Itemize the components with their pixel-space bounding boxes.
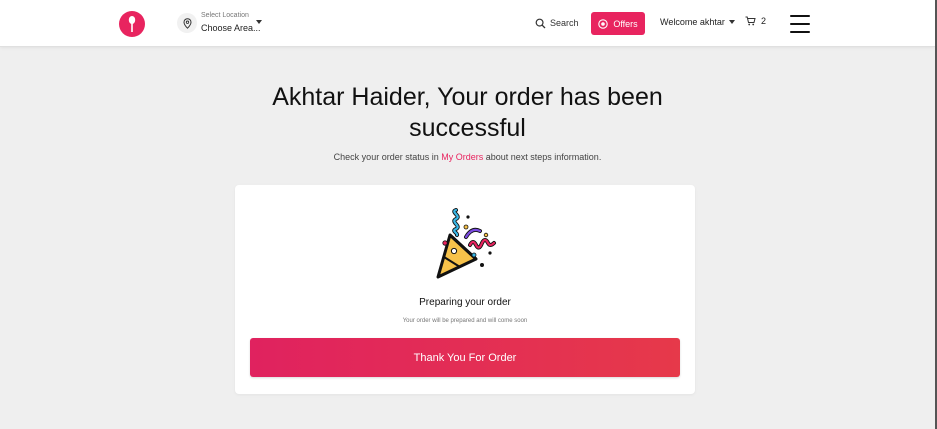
thank-you-button[interactable]: Thank You For Order — [250, 338, 680, 377]
offers-button[interactable]: Offers — [591, 12, 645, 35]
location-pin-icon[interactable] — [177, 13, 197, 33]
subtitle-prefix: Check your order status in — [333, 152, 442, 162]
search-button[interactable]: Search — [535, 16, 579, 30]
order-success-card: Preparing your order Your order will be … — [235, 185, 695, 394]
order-status-note: Check your order status in My Orders abo… — [0, 152, 935, 162]
search-label: Search — [550, 18, 579, 28]
brand-logo[interactable] — [119, 11, 145, 37]
chevron-down-icon — [728, 20, 735, 24]
cart-icon — [745, 16, 756, 26]
preparing-heading: Preparing your order — [419, 297, 511, 308]
cart-count: 2 — [761, 16, 767, 26]
subtitle-suffix: about next steps information. — [483, 152, 602, 162]
preparing-subtext: Your order will be prepared and will com… — [402, 318, 528, 324]
location-selector[interactable]: Choose Area... — [201, 23, 261, 33]
offers-label: Offers — [613, 18, 638, 29]
location-label: Select Location — [201, 12, 249, 19]
chevron-down-icon[interactable] — [256, 20, 262, 24]
title-line-1: Akhtar Haider, Your order has been — [272, 83, 663, 111]
my-orders-link[interactable]: My Orders — [441, 152, 483, 162]
user-menu[interactable]: Welcome akhtar — [660, 17, 735, 27]
title-line-2: successful — [409, 114, 526, 142]
page-title: Akhtar Haider, Your order has been succe… — [0, 82, 935, 144]
party-popper-icon — [436, 208, 496, 279]
welcome-label: Welcome akhtar — [660, 17, 725, 27]
menu-hamburger-icon[interactable] — [790, 15, 810, 33]
spoon-icon — [128, 16, 136, 32]
top-navbar: Select Location Choose Area... Search Of… — [0, 0, 935, 47]
offer-badge-icon — [598, 18, 609, 29]
cart-button[interactable]: 2 — [745, 16, 766, 26]
search-icon — [535, 18, 546, 28]
